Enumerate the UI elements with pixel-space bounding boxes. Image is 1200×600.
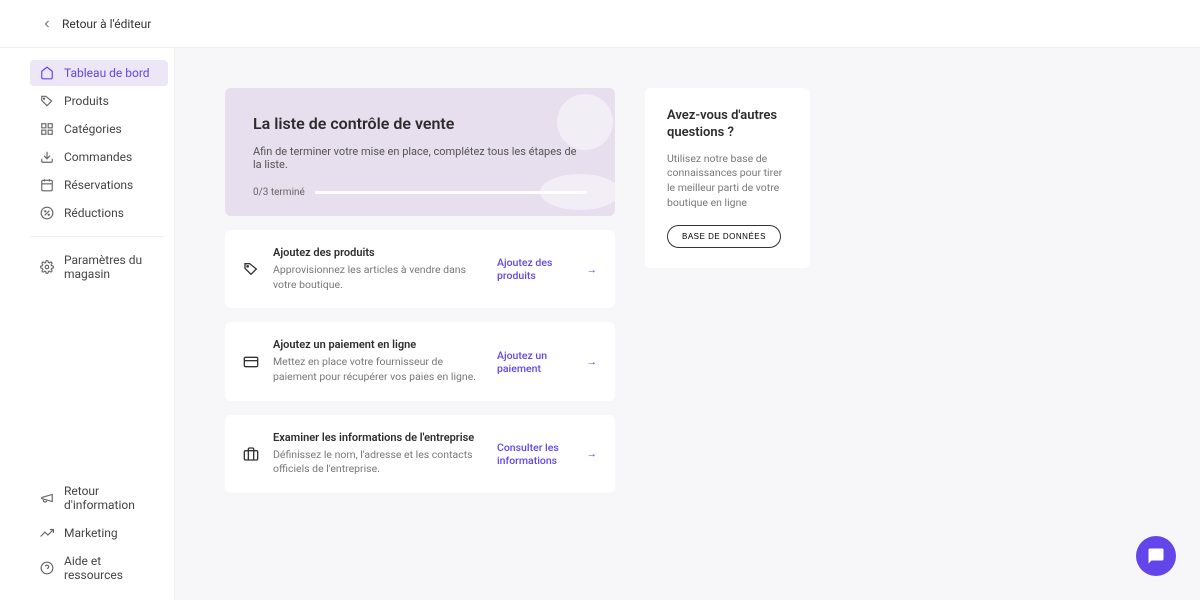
help-title: Avez-vous d'autres questions ? [667, 108, 788, 142]
gear-icon [40, 260, 54, 274]
home-icon [40, 66, 54, 80]
topbar: Retour à l'éditeur [0, 0, 1200, 48]
sidebar-item-dashboard[interactable]: Tableau de bord [30, 60, 168, 86]
help-desc: Utilisez notre base de connaissances pou… [667, 152, 788, 211]
layout: Tableau de bord Produits Catégories Comm… [0, 48, 1200, 600]
divider [30, 236, 164, 237]
task-card-products: Ajoutez des produits Approvisionnez les … [225, 230, 615, 308]
tag-icon [40, 94, 54, 108]
back-to-editor-link[interactable]: Retour à l'éditeur [40, 17, 151, 31]
sidebar-item-categories[interactable]: Catégories [30, 116, 168, 142]
arrow-right-icon: → [587, 447, 598, 460]
hero-illustration [505, 88, 615, 216]
task-desc: Définissez le nom, l'adresse et les cont… [273, 448, 483, 477]
task-title: Examiner les informations de l'entrepris… [273, 431, 483, 444]
task-cta-label: Consulter les informations [497, 441, 581, 467]
arrow-right-icon: → [587, 355, 598, 368]
download-icon [40, 150, 54, 164]
progress-text: 0/3 terminé [253, 187, 305, 198]
task-cta-business[interactable]: Consulter les informations → [497, 441, 597, 467]
main-content: La liste de contrôle de vente Afin de te… [175, 48, 1200, 600]
checklist-hero: La liste de contrôle de vente Afin de te… [225, 88, 615, 216]
sidebar-item-label: Marketing [64, 526, 118, 540]
sidebar-item-label: Réductions [64, 206, 124, 220]
sidebar-item-label: Paramètres du magasin [64, 253, 158, 281]
task-cta-products[interactable]: Ajoutez des produits → [497, 256, 597, 282]
task-cta-payment[interactable]: Ajoutez un paiement → [497, 349, 597, 375]
sidebar-item-products[interactable]: Produits [30, 88, 168, 114]
sidebar-item-reservations[interactable]: Réservations [30, 172, 168, 198]
sidebar-item-label: Catégories [64, 122, 122, 136]
tag-icon [243, 261, 259, 277]
sidebar-item-label: Retour d'information [64, 484, 158, 512]
sidebar-item-marketing[interactable]: Marketing [30, 520, 168, 546]
checklist-column: La liste de contrôle de vente Afin de te… [225, 88, 615, 493]
sidebar-item-help[interactable]: Aide et ressources [30, 548, 168, 588]
task-cta-label: Ajoutez des produits [497, 256, 581, 282]
arrow-right-icon: → [587, 263, 598, 276]
briefcase-icon [243, 446, 259, 462]
help-icon [40, 561, 54, 575]
chat-icon [1147, 547, 1165, 565]
sidebar-item-orders[interactable]: Commandes [30, 144, 168, 170]
task-cta-label: Ajoutez un paiement [497, 349, 581, 375]
sidebar-item-label: Aide et ressources [64, 554, 158, 582]
percent-icon [40, 206, 54, 220]
task-title: Ajoutez un paiement en ligne [273, 338, 483, 351]
sidebar-item-label: Commandes [64, 150, 132, 164]
chevron-left-icon [40, 17, 54, 31]
card-icon [243, 354, 259, 370]
task-title: Ajoutez des produits [273, 246, 483, 259]
sidebar-item-settings[interactable]: Paramètres du magasin [30, 247, 168, 287]
trend-icon [40, 526, 54, 540]
sidebar-item-label: Tableau de bord [64, 66, 150, 80]
megaphone-icon [40, 491, 54, 505]
sidebar-item-label: Réservations [64, 178, 133, 192]
task-card-business: Examiner les informations de l'entrepris… [225, 415, 615, 493]
back-label: Retour à l'éditeur [62, 17, 151, 31]
sidebar-item-discounts[interactable]: Réductions [30, 200, 168, 226]
task-desc: Mettez en place votre fournisseur de pai… [273, 355, 483, 384]
grid-icon [40, 122, 54, 136]
chat-launcher[interactable] [1136, 536, 1176, 576]
help-card: Avez-vous d'autres questions ? Utilisez … [645, 88, 810, 268]
sidebar: Tableau de bord Produits Catégories Comm… [0, 48, 175, 600]
knowledge-base-button[interactable]: BASE DE DONNÉES [667, 225, 781, 248]
sidebar-item-feedback[interactable]: Retour d'information [30, 478, 168, 518]
calendar-icon [40, 178, 54, 192]
sidebar-item-label: Produits [64, 94, 109, 108]
task-card-payment: Ajoutez un paiement en ligne Mettez en p… [225, 322, 615, 400]
task-desc: Approvisionnez les articles à vendre dan… [273, 263, 483, 292]
